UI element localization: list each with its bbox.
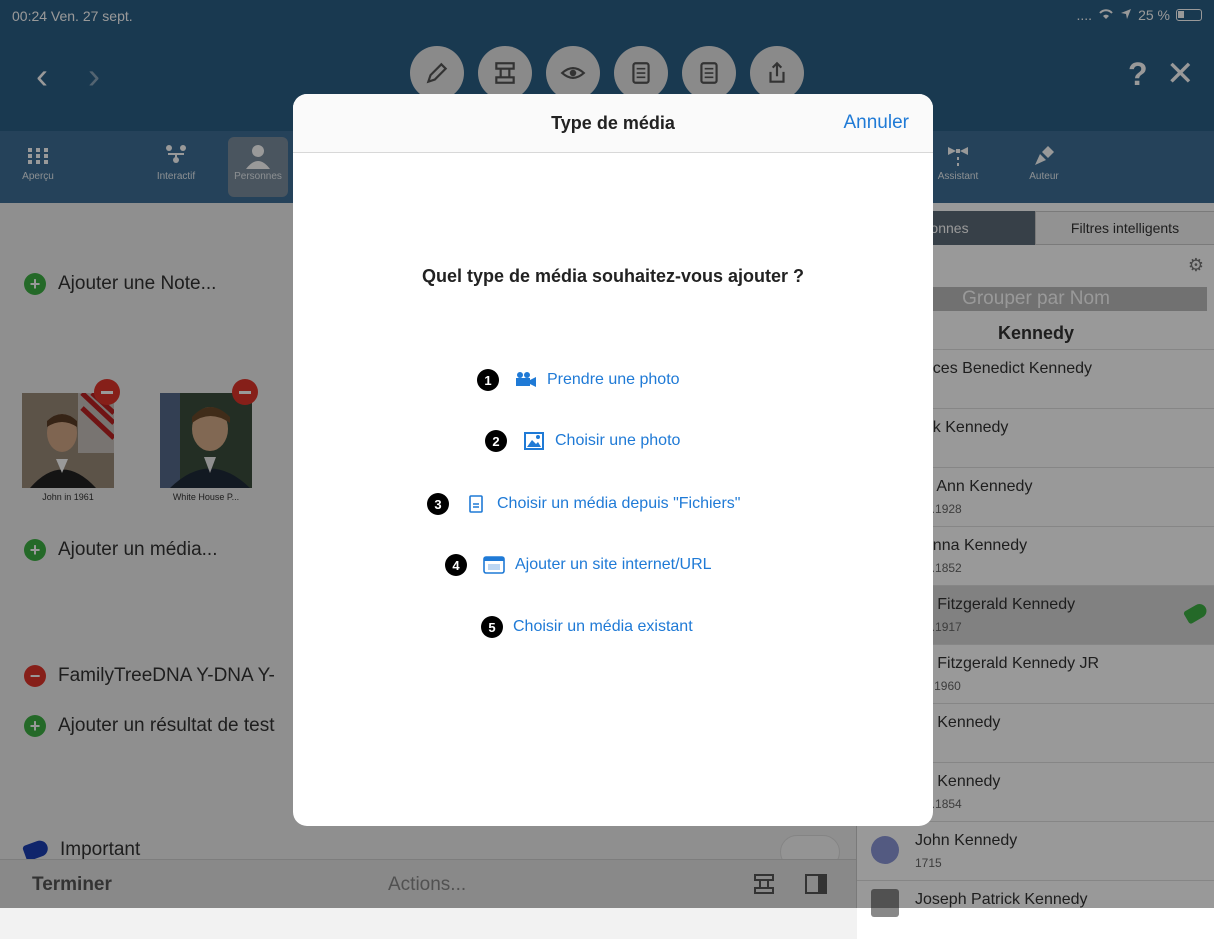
step-number-badge: 1 [477,369,499,391]
cancel-button[interactable]: Annuler [844,112,910,134]
option-label: Prendre une photo [547,371,680,388]
step-number-badge: 3 [427,493,449,515]
option-label: Choisir un média existant [513,618,693,635]
option-choose-photo[interactable]: 2 Choisir une photo [485,430,680,452]
dialog-title: Type de média [551,113,675,133]
step-number-badge: 5 [481,616,503,638]
video-camera-icon [515,369,537,391]
browser-window-icon [483,554,505,576]
dialog-header: Type de média Annuler [293,94,933,153]
option-label: Choisir un média depuis "Fichiers" [497,495,741,512]
step-number-badge: 4 [445,554,467,576]
option-add-website[interactable]: 4 Ajouter un site internet/URL [445,554,712,576]
option-take-photo[interactable]: 1 Prendre une photo [477,369,680,391]
option-label: Choisir une photo [555,432,681,449]
dialog-question: Quel type de média souhaitez-vous ajoute… [421,266,805,286]
media-type-dialog: Type de média Annuler Quel type de média… [293,94,933,826]
photo-icon [523,430,545,452]
option-choose-from-files[interactable]: 3 Choisir un média depuis "Fichiers" [427,493,740,515]
option-label: Ajouter un site internet/URL [515,556,712,573]
file-icon [465,493,487,515]
option-existing-media[interactable]: 5 Choisir un média existant [481,616,693,638]
step-number-badge: 2 [485,430,507,452]
